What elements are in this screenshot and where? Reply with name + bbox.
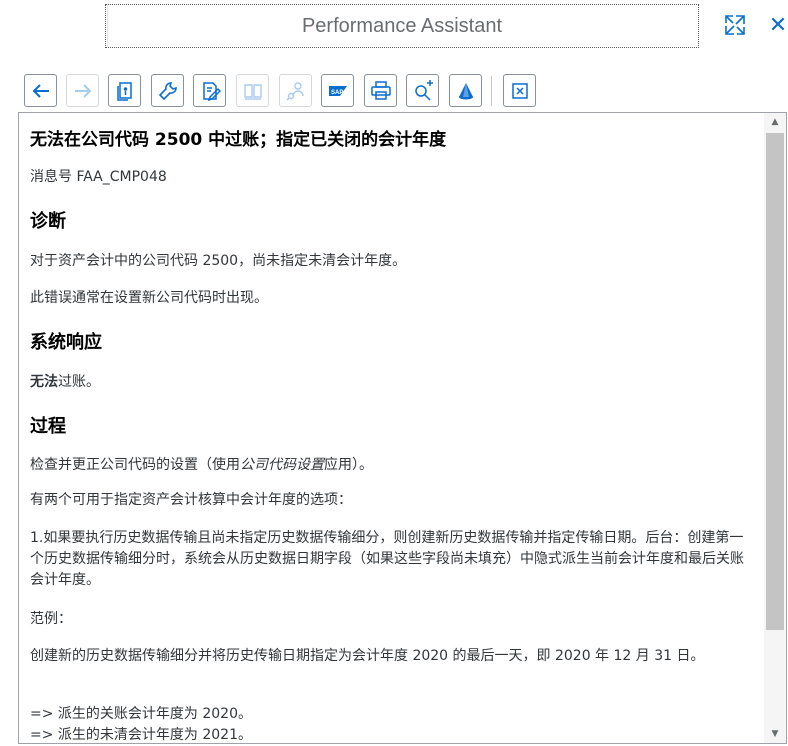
example-text: 创建新的历史数据传输细分并将历史传输日期指定为会计年度 2020 的最后一天，即… (30, 648, 705, 664)
user-help-button[interactable] (279, 74, 312, 107)
section-response: 系统响应 (30, 332, 102, 353)
procedure-text-2: 有两个可用于指定资产会计核算中会计年度的选项： (30, 492, 352, 508)
diagnosis-text-1: 对于资产会计中的公司代码 2500，尚未指定未清会计年度。 (30, 253, 407, 269)
close-icon[interactable]: ✕ (764, 10, 788, 40)
response-text: 无法过账。 (30, 372, 752, 393)
procedure-text-1: 检查并更正公司代码的设置（使用公司代码设置应用）。 (30, 455, 752, 476)
procedure-1-pre: 检查并更正公司代码的设置（使用 (30, 457, 240, 473)
forward-button[interactable] (66, 74, 99, 107)
print-button[interactable] (364, 74, 397, 107)
procedure-text-3: 1.如果要执行历史数据传输且尚未指定历史数据传输细分，则创建新历史数据传输并指定… (30, 530, 744, 588)
result-text-2: => 派生的未清会计年度为 2021。 (30, 727, 252, 743)
sap-button[interactable]: SAP (321, 74, 354, 107)
arrow-right-icon (74, 83, 91, 98)
app-link[interactable]: 公司代码设置 (240, 457, 324, 473)
toolbar-separator (491, 76, 492, 106)
arrow-left-icon (32, 83, 49, 98)
scroll-thumb[interactable] (766, 133, 784, 630)
vertical-scrollbar[interactable]: ▲ ▼ (764, 113, 786, 743)
document-content: 无法在公司代码 2500 中过账；指定已关闭的会计年度 消息号 FAA_CMP0… (30, 113, 760, 743)
zoom-in-icon (414, 79, 433, 101)
section-diagnosis: 诊断 (30, 211, 66, 232)
response-bold: 无法 (30, 374, 58, 390)
result-text-1: => 派生的关账会计年度为 2020。 (30, 706, 252, 722)
cone-icon (458, 82, 473, 99)
back-button[interactable] (24, 74, 57, 107)
sap-logo-icon: SAP (328, 85, 347, 96)
procedure-1-post: 应用）。 (324, 457, 373, 473)
close-square-icon (511, 82, 528, 99)
doc-heading: 无法在公司代码 2500 中过账；指定已关闭的会计年度 (30, 130, 447, 150)
toolbar: SAP (0, 74, 788, 110)
close-doc-button[interactable] (503, 74, 536, 107)
title-bar: Performance Assistant ✕ (0, 0, 788, 50)
example-label: 范例： (30, 611, 72, 627)
scroll-up-icon[interactable]: ▲ (764, 113, 786, 131)
document-info-icon (116, 81, 132, 101)
message-number: 消息号 FAA_CMP048 (30, 169, 167, 185)
response-rest: 过账。 (58, 374, 100, 390)
highlight-button[interactable] (449, 74, 482, 107)
person-search-icon (286, 81, 304, 100)
printer-icon (370, 80, 391, 100)
wrench-icon (158, 81, 177, 100)
zoom-in-button[interactable] (406, 74, 439, 107)
sap-logo-text: SAP (331, 90, 343, 96)
scroll-down-icon[interactable]: ▼ (764, 725, 786, 743)
document-panel[interactable]: 无法在公司代码 2500 中过账；指定已关闭的会计年度 消息号 FAA_CMP0… (18, 112, 787, 744)
book-icon (243, 83, 262, 100)
edit-document-icon (202, 81, 221, 101)
edit-button[interactable] (193, 74, 226, 107)
settings-button[interactable] (151, 74, 184, 107)
section-procedure: 过程 (30, 416, 66, 437)
technical-info-button[interactable] (108, 74, 141, 107)
window-title: Performance Assistant (105, 4, 699, 48)
diagnosis-text-2: 此错误通常在设置新公司代码时出现。 (30, 290, 268, 306)
expand-icon[interactable] (721, 10, 749, 40)
display-book-button[interactable] (236, 74, 269, 107)
